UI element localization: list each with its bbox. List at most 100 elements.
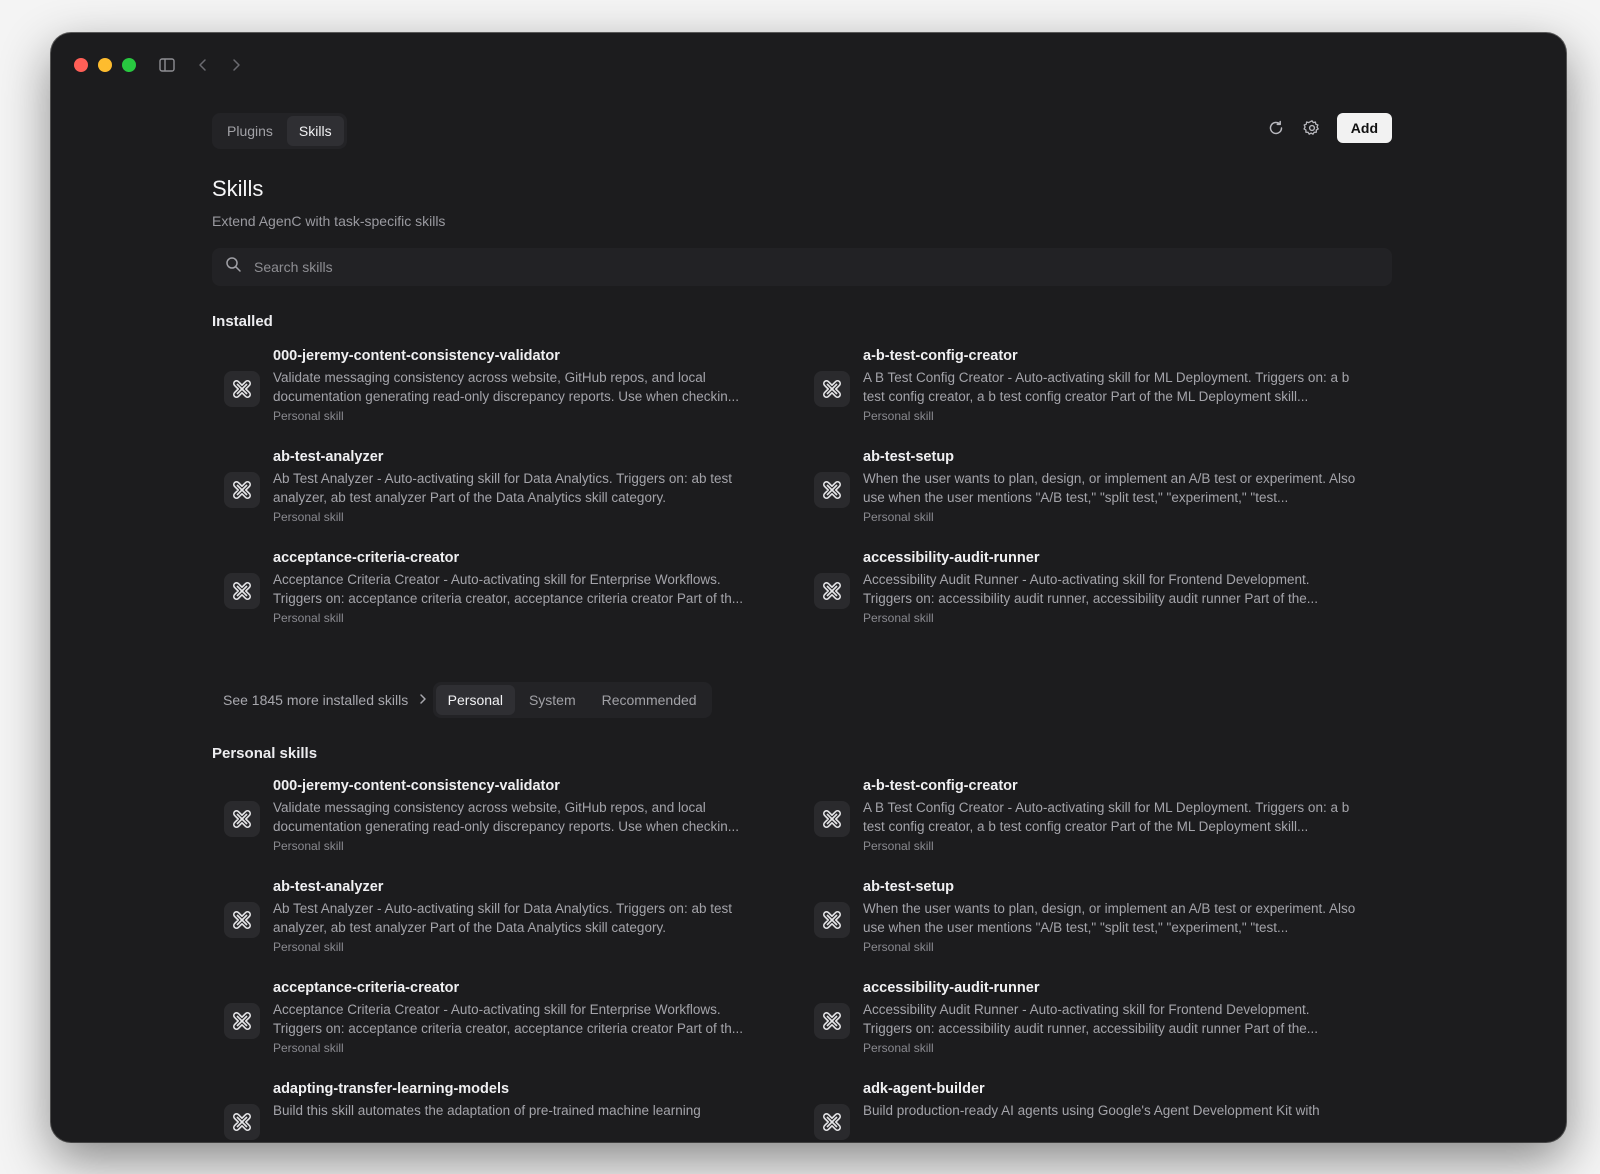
skill-description: When the user wants to plan, design, or … xyxy=(863,471,1356,505)
tab-skills[interactable]: Skills xyxy=(286,116,344,146)
skill-description: Accessibility Audit Runner - Auto-activa… xyxy=(863,572,1318,606)
page-title: Skills xyxy=(212,176,264,201)
skill-name: 000-jeremy-content-consistency-validator xyxy=(273,778,560,794)
skill-description: When the user wants to plan, design, or … xyxy=(863,901,1356,935)
top-tabs: Plugins Skills xyxy=(212,113,347,149)
search-input[interactable] xyxy=(254,259,1392,275)
skill-kind: Personal skill xyxy=(273,510,344,524)
skill-name: ab-test-analyzer xyxy=(273,449,384,465)
skill-kind: Personal skill xyxy=(863,1041,934,1055)
skill-filter-tabs: Personal System Recommended xyxy=(432,682,712,718)
skill-kind: Personal skill xyxy=(863,510,934,524)
skill-card[interactable]: 000-jeremy-content-consistency-validator… xyxy=(212,347,802,448)
skill-icon xyxy=(224,801,260,837)
skill-icon xyxy=(224,573,260,609)
skill-description: A B Test Config Creator - Auto-activatin… xyxy=(863,800,1350,834)
skill-card[interactable]: ab-test-setup When the user wants to plan… xyxy=(802,878,1392,979)
search-icon xyxy=(225,256,242,278)
app-window: Plugins Skills Add Skills Extend AgenC w… xyxy=(51,33,1566,1142)
skill-icon xyxy=(814,573,850,609)
skill-name: a-b-test-config-creator xyxy=(863,348,1018,364)
skill-kind: Personal skill xyxy=(273,1041,344,1055)
skill-card[interactable]: accessibility-audit-runner Accessibility … xyxy=(802,549,1392,650)
page-subtitle: Extend AgenC with task-specific skills xyxy=(212,213,446,229)
gear-icon[interactable] xyxy=(1301,117,1323,139)
personal-skills-grid: 000-jeremy-content-consistency-validator… xyxy=(212,777,1392,1142)
skill-name: acceptance-criteria-creator xyxy=(273,550,460,566)
titlebar xyxy=(51,33,1566,97)
search-bar[interactable] xyxy=(212,248,1392,286)
skill-kind: Personal skill xyxy=(273,611,344,625)
skill-card[interactable]: accessibility-audit-runner Accessibility … xyxy=(802,979,1392,1080)
skill-card[interactable]: acceptance-criteria-creator Acceptance Cr… xyxy=(212,549,802,650)
tab-plugins[interactable]: Plugins xyxy=(215,116,285,146)
skill-kind: Personal skill xyxy=(273,940,344,954)
tab-recommended[interactable]: Recommended xyxy=(590,685,709,715)
skill-card[interactable]: adk-agent-builder Build production-ready … xyxy=(802,1080,1392,1142)
skill-name: adk-agent-builder xyxy=(863,1081,985,1097)
main-content: Plugins Skills Add Skills Extend AgenC w… xyxy=(212,113,1392,1142)
skill-card[interactable]: acceptance-criteria-creator Acceptance Cr… xyxy=(212,979,802,1080)
skill-description: Ab Test Analyzer - Auto-activating skill… xyxy=(273,901,732,935)
see-more-installed-link[interactable]: See 1845 more installed skills xyxy=(223,691,428,709)
skill-description: A B Test Config Creator - Auto-activatin… xyxy=(863,370,1350,404)
forward-arrow-icon[interactable] xyxy=(226,55,246,75)
skill-description: Ab Test Analyzer - Auto-activating skill… xyxy=(273,471,732,505)
skill-icon xyxy=(814,801,850,837)
sidebar-toggle-icon[interactable] xyxy=(157,55,177,75)
skill-card[interactable]: a-b-test-config-creator A B Test Config C… xyxy=(802,777,1392,878)
skill-icon xyxy=(814,902,850,938)
minimize-window-button[interactable] xyxy=(98,58,112,72)
skill-description: Build production-ready AI agents using G… xyxy=(863,1103,1320,1118)
skill-kind: Personal skill xyxy=(863,409,934,423)
add-button[interactable]: Add xyxy=(1336,113,1392,143)
skill-icon xyxy=(814,1003,850,1039)
skill-description: Accessibility Audit Runner - Auto-activa… xyxy=(863,1002,1318,1036)
skill-name: ab-test-setup xyxy=(863,879,955,895)
skill-description: Validate messaging consistency across we… xyxy=(273,800,740,834)
tab-personal[interactable]: Personal xyxy=(435,685,515,715)
skill-card[interactable]: a-b-test-config-creator A B Test Config C… xyxy=(802,347,1392,448)
personal-skills-heading: Personal skills xyxy=(212,745,318,762)
skill-card[interactable]: 000-jeremy-content-consistency-validator… xyxy=(212,777,802,878)
skill-icon xyxy=(224,1104,260,1140)
skill-name: adapting-transfer-learning-models xyxy=(273,1081,510,1097)
refresh-icon[interactable] xyxy=(1265,117,1287,139)
skill-name: ab-test-analyzer xyxy=(273,879,384,895)
skill-description: Acceptance Criteria Creator - Auto-activ… xyxy=(273,1002,743,1036)
close-window-button[interactable] xyxy=(74,58,88,72)
skill-icon xyxy=(224,902,260,938)
skill-name: accessibility-audit-runner xyxy=(863,980,1040,996)
skill-name: a-b-test-config-creator xyxy=(863,778,1018,794)
skill-icon xyxy=(814,1104,850,1140)
skill-icon xyxy=(224,472,260,508)
skill-name: accessibility-audit-runner xyxy=(863,550,1040,566)
installed-skills-grid: 000-jeremy-content-consistency-validator… xyxy=(212,347,1392,650)
zoom-window-button[interactable] xyxy=(122,58,136,72)
chevron-right-icon xyxy=(418,691,428,709)
back-arrow-icon[interactable] xyxy=(193,55,213,75)
installed-heading: Installed xyxy=(212,313,273,330)
top-actions: Add xyxy=(1265,113,1392,143)
skill-icon xyxy=(224,1003,260,1039)
skill-kind: Personal skill xyxy=(863,611,934,625)
skill-description: Build this skill automates the adaptatio… xyxy=(273,1103,701,1118)
skill-description: Acceptance Criteria Creator - Auto-activ… xyxy=(273,572,743,606)
skill-kind: Personal skill xyxy=(273,409,344,423)
skill-description: Validate messaging consistency across we… xyxy=(273,370,740,404)
skill-card[interactable]: ab-test-analyzer Ab Test Analyzer - Auto-… xyxy=(212,878,802,979)
skill-icon xyxy=(814,371,850,407)
skill-card[interactable]: adapting-transfer-learning-models Build t… xyxy=(212,1080,802,1142)
skill-name: ab-test-setup xyxy=(863,449,955,465)
skill-card[interactable]: ab-test-analyzer Ab Test Analyzer - Auto-… xyxy=(212,448,802,549)
skill-kind: Personal skill xyxy=(273,839,344,853)
skill-icon xyxy=(814,472,850,508)
tab-system[interactable]: System xyxy=(517,685,588,715)
skill-card[interactable]: ab-test-setup When the user wants to plan… xyxy=(802,448,1392,549)
top-row: Plugins Skills Add xyxy=(212,113,1392,149)
skill-kind: Personal skill xyxy=(863,940,934,954)
skill-icon xyxy=(224,371,260,407)
see-more-label: See 1845 more installed skills xyxy=(223,692,409,708)
skill-name: acceptance-criteria-creator xyxy=(273,980,460,996)
skill-kind: Personal skill xyxy=(863,839,934,853)
